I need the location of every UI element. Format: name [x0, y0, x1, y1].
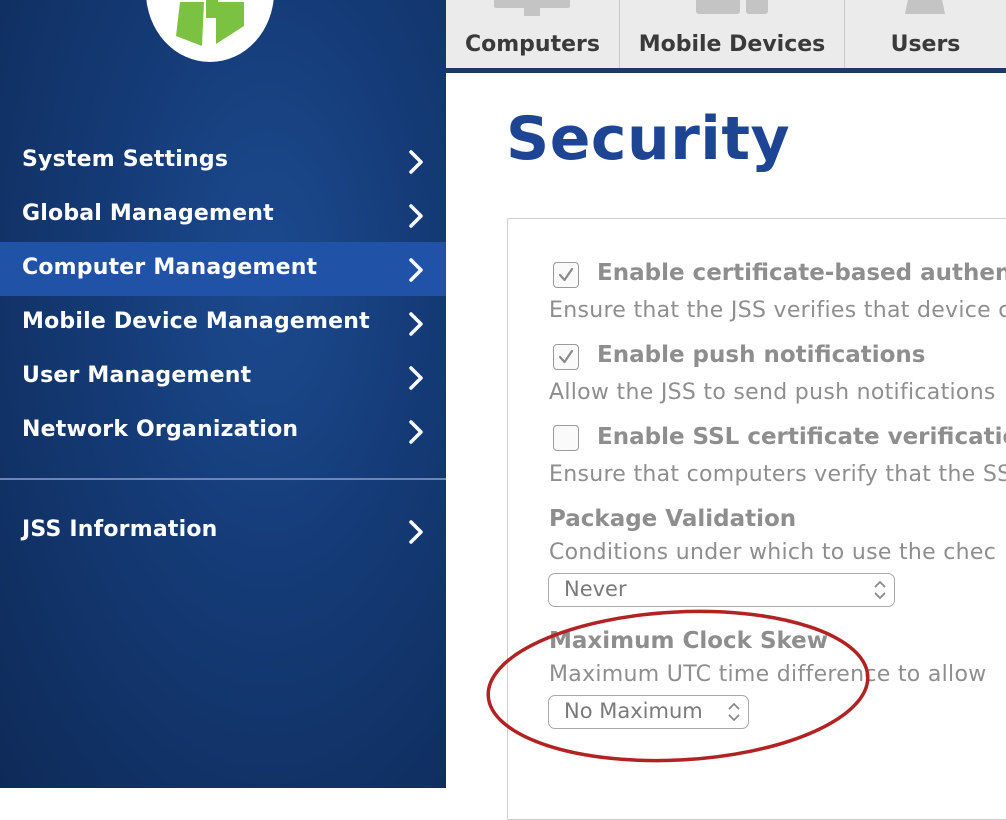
chevron-right-icon — [409, 520, 423, 544]
clock-skew-description: Maximum UTC time difference to allow — [549, 662, 987, 687]
tab-label: Users — [890, 32, 961, 57]
sidebar-item-jss-information[interactable]: JSS Information — [0, 504, 446, 558]
package-validation-value: Never — [564, 577, 627, 601]
clock-skew-title: Maximum Clock Skew — [549, 628, 829, 654]
chevron-right-icon — [409, 366, 423, 390]
tab-bar-underline — [446, 68, 1006, 73]
package-validation-description: Conditions under which to use the chec — [549, 540, 997, 565]
chevron-right-icon — [409, 420, 423, 444]
sidebar-divider — [0, 478, 446, 480]
tab-label: Computers — [465, 32, 600, 57]
checkmark-icon — [558, 267, 574, 282]
page-title: Security — [506, 104, 791, 174]
top-tab-bar: Computers Mobile Devices Users — [446, 0, 1006, 68]
sidebar-item-label: Mobile Device Management — [22, 309, 370, 334]
sidebar-item-global-management[interactable]: Global Management — [0, 188, 446, 242]
sidebar-item-user-management[interactable]: User Management — [0, 350, 446, 404]
package-validation-title: Package Validation — [549, 506, 797, 532]
user-icon — [905, 0, 945, 14]
sidebar-item-label: Computer Management — [22, 255, 318, 280]
devices-icon — [696, 0, 768, 14]
package-validation-select[interactable]: Never — [548, 573, 895, 607]
sidebar-item-label: User Management — [22, 363, 252, 388]
sidebar-item-network-organization[interactable]: Network Organization — [0, 404, 446, 458]
tab-computers[interactable]: Computers — [446, 0, 620, 68]
sidebar-item-mobile-device-management[interactable]: Mobile Device Management — [0, 296, 446, 350]
sidebar-item-label: JSS Information — [22, 517, 218, 542]
sidebar-item-computer-management[interactable]: Computer Management — [0, 242, 446, 296]
tab-label: Mobile Devices — [638, 32, 826, 57]
tab-mobile-devices[interactable]: Mobile Devices — [620, 0, 845, 68]
sidebar-item-label: Global Management — [22, 201, 274, 226]
jamf-logo[interactable] — [146, 0, 274, 62]
tab-users[interactable]: Users — [845, 0, 1006, 68]
ssl-verification-checkbox[interactable] — [553, 425, 579, 451]
chevron-right-icon — [409, 204, 423, 228]
push-notifications-checkbox[interactable] — [553, 344, 579, 370]
cert-auth-title: Enable certificate-based authenti — [597, 260, 1006, 286]
select-arrows-icon — [728, 702, 740, 722]
monitor-icon — [494, 0, 570, 16]
cert-auth-description: Ensure that the JSS verifies that device… — [549, 298, 1006, 323]
push-notifications-title: Enable push notifications — [597, 342, 926, 368]
select-arrows-icon — [874, 580, 886, 600]
sidebar-item-system-settings[interactable]: System Settings — [0, 134, 446, 188]
checkmark-icon — [558, 349, 574, 364]
sidebar-item-label: System Settings — [22, 147, 229, 172]
ssl-verification-description: Ensure that computers verify that the SS — [549, 462, 1006, 487]
clock-skew-select[interactable]: No Maximum — [548, 695, 749, 729]
cert-auth-checkbox[interactable] — [553, 262, 579, 288]
ssl-verification-title: Enable SSL certificate verification — [597, 424, 1006, 450]
clock-skew-value: No Maximum — [564, 699, 703, 723]
logo-mark-top — [206, 0, 218, 18]
sidebar-item-label: Network Organization — [22, 417, 299, 442]
sidebar: System Settings Global Management Comput… — [0, 0, 446, 788]
push-notifications-description: Allow the JSS to send push notifications — [549, 380, 996, 405]
chevron-right-icon — [409, 150, 423, 174]
chevron-right-icon — [409, 312, 423, 336]
logo-mark-right — [216, 2, 244, 44]
chevron-right-icon — [409, 258, 423, 282]
logo-mark-left — [176, 2, 204, 46]
